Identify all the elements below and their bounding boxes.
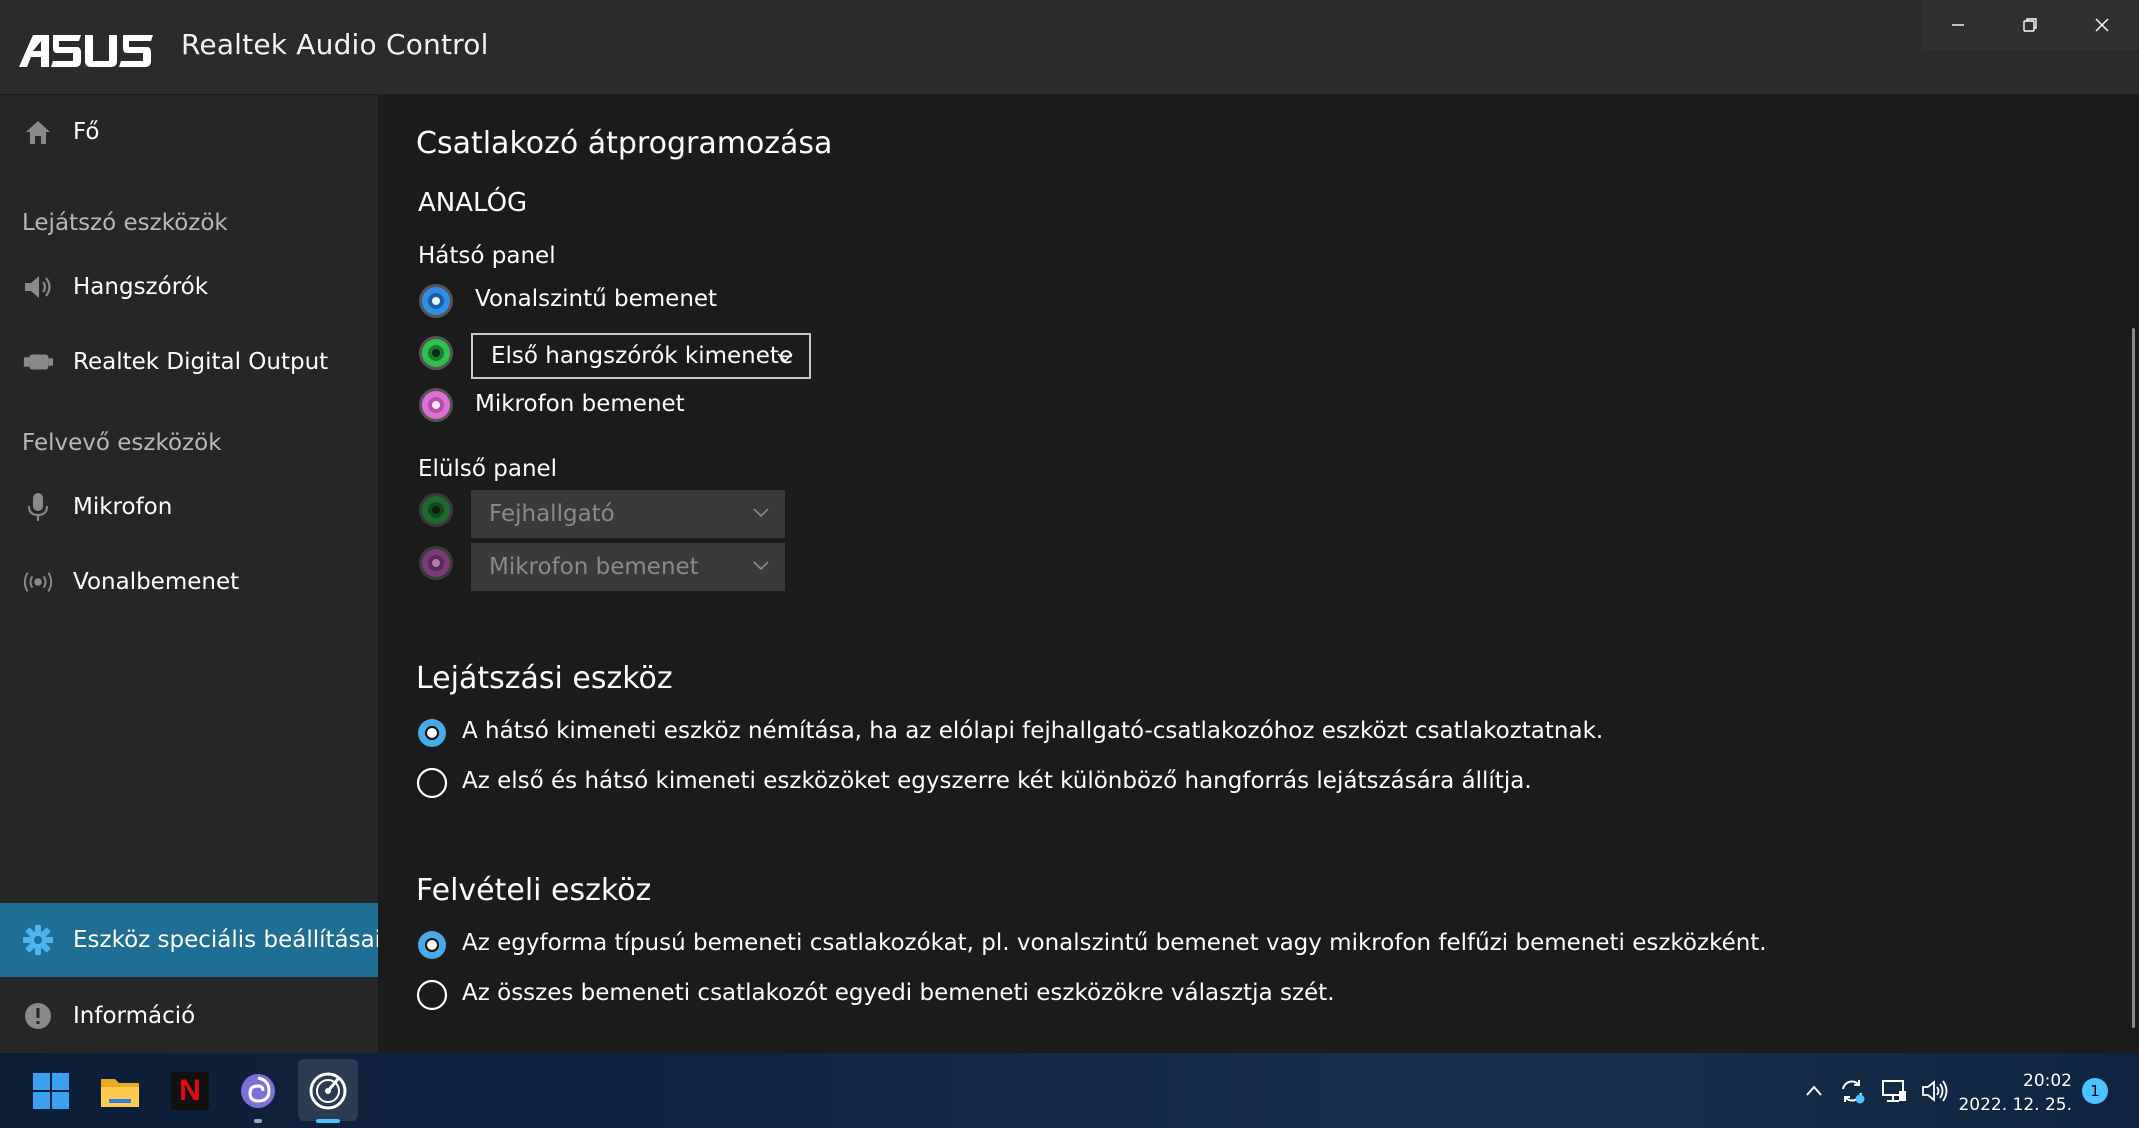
recording-option-1[interactable]: Az egyforma típusú bemeneti csatlakozóka… xyxy=(462,930,1767,956)
taskbar-clock[interactable]: 20:02 2022. 12. 25. xyxy=(1958,1069,2072,1117)
rear-jack-1-label: Vonalszintű bemenet xyxy=(475,286,718,312)
sidebar-section-recording: Felvevő eszközök xyxy=(22,430,222,456)
rear-panel-label: Hátsó panel xyxy=(418,243,556,269)
restore-button[interactable] xyxy=(1994,0,2066,50)
realtek-audio-icon xyxy=(309,1072,347,1110)
restore-icon xyxy=(2023,18,2037,32)
sidebar-item-home[interactable]: Fő xyxy=(0,95,378,169)
jack-pink-dim-icon xyxy=(419,546,453,580)
chevron-down-icon xyxy=(753,508,769,518)
playback-option-2[interactable]: Az első és hátsó kimeneti eszközöket egy… xyxy=(462,768,1532,794)
jack-green-icon xyxy=(419,336,453,370)
analog-heading: ANALÓG xyxy=(418,188,528,218)
home-icon xyxy=(22,116,54,148)
start-button[interactable] xyxy=(27,1067,75,1115)
chevron-down-icon xyxy=(777,353,793,363)
radio-unselected-icon[interactable] xyxy=(416,767,448,799)
sidebar-item-info[interactable]: Információ xyxy=(0,979,378,1053)
close-icon xyxy=(2095,18,2109,32)
app-swirl-icon xyxy=(241,1074,275,1108)
rear-jack-2-dropdown[interactable]: Első hangszórók kimenete xyxy=(471,333,811,379)
windows-start-icon xyxy=(33,1073,69,1109)
sync-icon xyxy=(1842,1080,1865,1104)
gear-icon xyxy=(22,924,54,956)
recording-device-heading: Felvételi eszköz xyxy=(416,873,652,908)
minimize-button[interactable] xyxy=(1922,0,1994,50)
taskbar-app-swirl[interactable] xyxy=(234,1067,282,1115)
sidebar-item-label: Fő xyxy=(73,119,100,145)
rear-jack-3-label: Mikrofon bemenet xyxy=(475,391,685,417)
tray-network[interactable] xyxy=(1880,1077,1908,1105)
front-jack-2-dropdown: Mikrofon bemenet xyxy=(471,543,785,591)
sidebar-item-microphone[interactable]: Mikrofon xyxy=(0,470,378,544)
network-icon xyxy=(1882,1080,1906,1102)
sidebar-section-playback: Lejátszó eszközök xyxy=(22,210,228,236)
sidebar-item-label: Hangszórók xyxy=(73,274,209,300)
jack-pink-icon xyxy=(419,388,453,422)
chevron-down-icon xyxy=(753,561,769,571)
netflix-letter: N xyxy=(179,1074,201,1107)
info-icon xyxy=(22,1000,54,1032)
title-bar: Realtek Audio Control xyxy=(0,0,2139,95)
jack-green-dim-icon xyxy=(419,493,453,527)
line-in-icon xyxy=(22,566,54,598)
recording-option-2[interactable]: Az összes bemeneti csatlakozót egyedi be… xyxy=(462,980,1335,1006)
main-content: Csatlakozó átprogramozása ANALÓG Hátsó p… xyxy=(378,95,2139,1053)
speaker-icon xyxy=(22,271,54,303)
front-panel-label: Elülső panel xyxy=(418,456,558,482)
radio-unselected-icon[interactable] xyxy=(416,979,448,1011)
taskbar-file-explorer[interactable] xyxy=(96,1067,144,1115)
sidebar-item-label: Realtek Digital Output xyxy=(73,349,329,375)
dropdown-value: Első hangszórók kimenete xyxy=(491,343,794,369)
radio-selected-icon[interactable] xyxy=(416,717,448,749)
app-title: Realtek Audio Control xyxy=(181,28,489,61)
taskbar-realtek-audio[interactable] xyxy=(304,1067,352,1115)
sidebar-item-label: Eszköz speciális beállításai xyxy=(73,927,382,953)
sidebar-item-line-in[interactable]: Vonalbemenet xyxy=(0,545,378,619)
sidebar-item-advanced-settings[interactable]: Eszköz speciális beállításai xyxy=(0,903,382,977)
asus-logo xyxy=(19,35,153,67)
sidebar-item-label: Vonalbemenet xyxy=(73,569,240,595)
tray-volume[interactable] xyxy=(1920,1077,1948,1105)
sidebar-item-speakers[interactable]: Hangszórók xyxy=(0,250,378,324)
notification-badge[interactable]: 1 xyxy=(2082,1078,2108,1104)
volume-icon xyxy=(1922,1080,1948,1102)
sidebar: Fő Lejátszó eszközök Hangszórók Realtek … xyxy=(0,95,382,1053)
sidebar-item-digital-output[interactable]: Realtek Digital Output xyxy=(0,325,378,399)
clock-time: 20:02 xyxy=(2023,1071,2072,1091)
radio-selected-icon[interactable] xyxy=(416,929,448,961)
jack-blue-icon xyxy=(419,284,453,318)
dropdown-value: Mikrofon bemenet xyxy=(489,554,699,580)
file-explorer-icon xyxy=(101,1079,139,1107)
minimize-icon xyxy=(1952,24,1964,26)
taskbar-netflix[interactable]: N xyxy=(166,1067,214,1115)
close-button[interactable] xyxy=(2066,0,2138,50)
netflix-icon: N xyxy=(171,1072,209,1110)
scrollbar[interactable] xyxy=(2132,328,2135,1028)
tray-sync[interactable] xyxy=(1838,1077,1866,1105)
playback-device-heading: Lejátszási eszköz xyxy=(416,661,673,696)
taskbar: N 20:02 2022. 12. 25. xyxy=(0,1053,2139,1128)
page-title: Csatlakozó átprogramozása xyxy=(416,126,833,161)
sidebar-item-label: Információ xyxy=(73,1003,196,1029)
clock-date: 2022. 12. 25. xyxy=(1958,1095,2072,1115)
microphone-icon xyxy=(22,491,54,523)
sidebar-item-label: Mikrofon xyxy=(73,494,173,520)
front-jack-1-dropdown: Fejhallgató xyxy=(471,490,785,538)
digital-output-icon xyxy=(22,346,54,378)
dropdown-value: Fejhallgató xyxy=(489,501,615,527)
playback-option-1[interactable]: A hátsó kimeneti eszköz némítása, ha az … xyxy=(462,718,1603,744)
tray-overflow[interactable] xyxy=(1800,1077,1828,1105)
chevron-up-icon xyxy=(1806,1085,1822,1096)
